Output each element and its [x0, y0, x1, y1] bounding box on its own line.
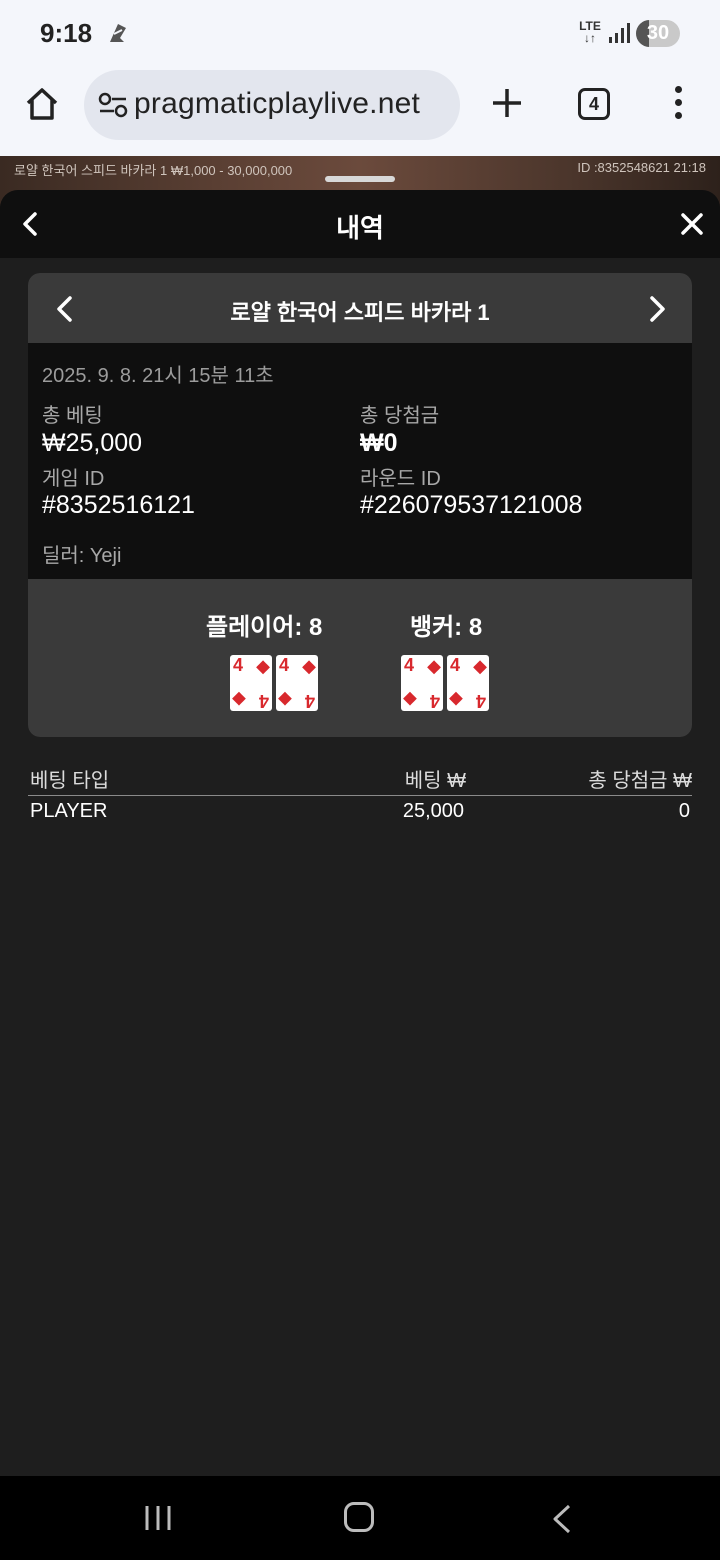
- url-text: pragmaticplaylive.net: [134, 87, 421, 120]
- bet-type-header: 베팅 타입: [30, 770, 110, 792]
- diamond-suit-icon: ◆: [232, 690, 246, 710]
- more-options-icon[interactable]: [668, 86, 688, 122]
- diamond-suit-icon: ◆: [473, 656, 487, 676]
- home-button[interactable]: [344, 1502, 374, 1532]
- battery-level: 30: [646, 22, 670, 44]
- round-id-label: 라운드 ID: [360, 468, 441, 490]
- total-bet-value: ₩25,000: [42, 429, 143, 457]
- round-detail-card: 로얄 한국어 스피드 바카라 1 2025. 9. 8. 21시 15분 11초…: [28, 273, 692, 737]
- diamond-suit-icon: ◆: [278, 690, 292, 710]
- diamond-suit-icon: ◆: [427, 656, 441, 676]
- sheet-title: 내역: [336, 213, 384, 243]
- app-notification-icon: [110, 24, 126, 42]
- table-limits-text: 로얄 한국어 스피드 바카라 1 ₩1,000 - 30,000,000: [14, 163, 293, 178]
- game-id-value: #8352516121: [42, 491, 195, 519]
- recent-apps-icon[interactable]: [144, 1504, 174, 1532]
- history-sheet: 내역 로얄 한국어 스피드 바카라 1 2025. 9. 8. 21시 15분 …: [0, 190, 720, 1476]
- total-win-cell: 0: [678, 800, 690, 822]
- diamond-suit-icon: ◆: [403, 690, 417, 710]
- status-time: 9:18: [40, 18, 93, 48]
- banker-card-1: 4 ◆ ◆ 4: [401, 655, 443, 711]
- network-type: LTE ↓↑: [579, 19, 601, 45]
- back-icon[interactable]: [552, 1504, 572, 1534]
- bet-amount-header: 베팅 ₩: [404, 770, 466, 792]
- round-card-header: 로얄 한국어 스피드 바카라 1: [28, 273, 692, 343]
- table-name: 로얄 한국어 스피드 바카라 1: [230, 300, 490, 325]
- tab-switcher-button[interactable]: 4: [578, 88, 610, 120]
- next-round-icon[interactable]: [648, 295, 668, 323]
- sheet-header: 내역: [0, 190, 720, 258]
- banker-score: 뱅커: 8: [410, 614, 483, 641]
- site-settings-icon[interactable]: [98, 92, 128, 118]
- player-card-2: 4 ◆ ◆ 4: [276, 655, 318, 711]
- battery-icon: 30: [636, 20, 680, 47]
- round-result: 플레이어: 8 뱅커: 8 4 ◆ ◆ 4 4 ◆ ◆ 4 4 ◆ ◆ 4 4 ◆ ◆ 4: [28, 579, 692, 737]
- sheet-drag-handle[interactable]: [325, 176, 395, 182]
- player-card-1: 4 ◆ ◆ 4: [230, 655, 272, 711]
- home-icon[interactable]: [22, 84, 62, 124]
- signal-icon: [609, 23, 630, 43]
- total-win-label: 총 당첨금: [360, 405, 440, 427]
- dealer-name: 딜러: Yeji: [42, 545, 122, 567]
- diamond-suit-icon: ◆: [256, 656, 270, 676]
- new-tab-icon[interactable]: [490, 86, 524, 120]
- address-bar[interactable]: pragmaticplaylive.net: [84, 70, 460, 140]
- data-arrows-icon: ↓↑: [584, 31, 596, 45]
- diamond-suit-icon: ◆: [449, 690, 463, 710]
- bet-amount-cell: 25,000: [402, 800, 464, 822]
- status-bar: 9:18 LTE ↓↑ 30: [0, 0, 720, 66]
- diamond-suit-icon: ◆: [302, 656, 316, 676]
- close-icon[interactable]: [680, 212, 704, 236]
- banker-card-2: 4 ◆ ◆ 4: [447, 655, 489, 711]
- player-score: 플레이어: 8: [206, 614, 323, 641]
- total-win-value: ₩0: [360, 429, 398, 457]
- browser-toolbar: pragmaticplaylive.net 4: [0, 66, 720, 156]
- round-datetime: 2025. 9. 8. 21시 15분 11초: [42, 365, 274, 387]
- total-win-header: 총 당첨금 ₩: [588, 770, 692, 792]
- game-id-text: ID :8352548621 21:18: [577, 160, 706, 175]
- total-bet-label: 총 베팅: [42, 405, 103, 427]
- bets-table-header: 베팅 타입 베팅 ₩ 총 당첨금 ₩: [28, 762, 692, 796]
- bet-type-cell: PLAYER: [30, 800, 108, 822]
- game-id-label: 게임 ID: [42, 468, 105, 490]
- round-id-value: #226079537121008: [360, 491, 583, 519]
- system-nav-bar: [0, 1476, 720, 1560]
